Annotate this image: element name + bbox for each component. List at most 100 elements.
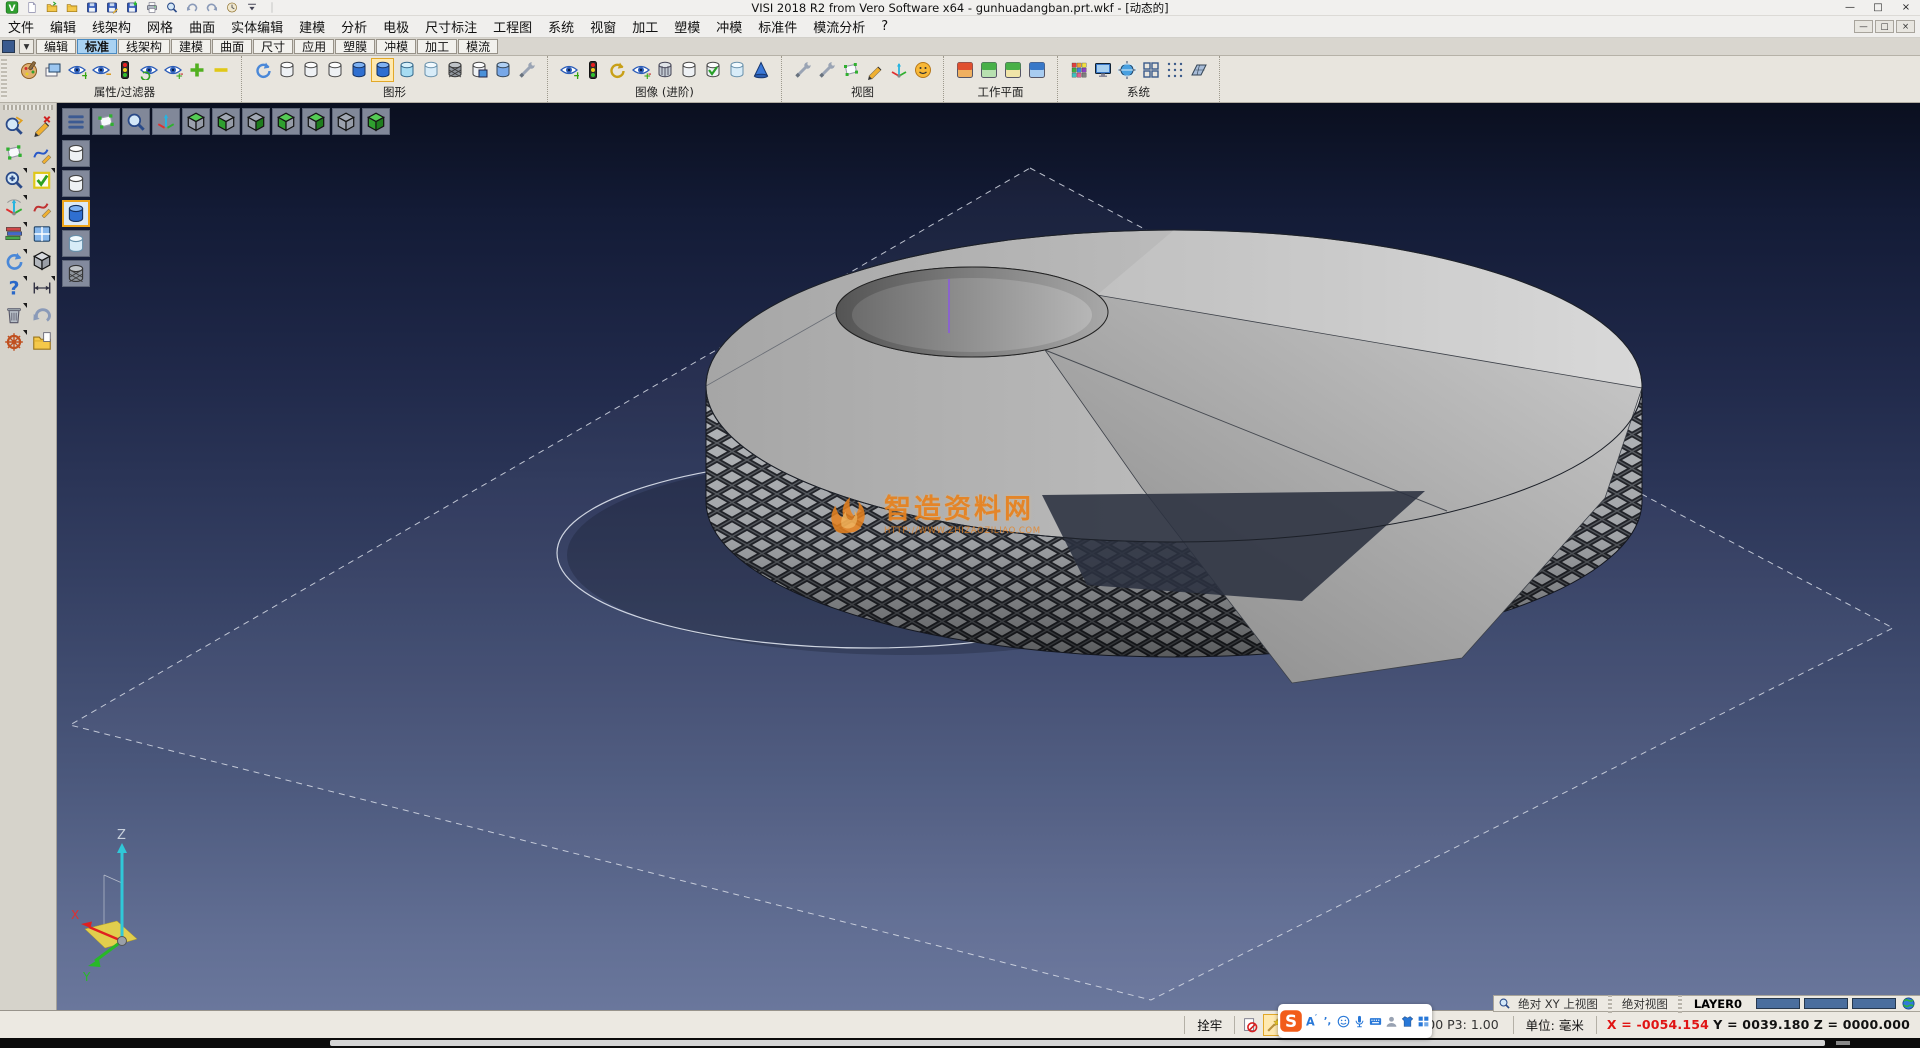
add-to-filter-button[interactable] <box>185 58 208 82</box>
system-display-button[interactable] <box>1091 58 1114 82</box>
display-hidden-line-button[interactable] <box>62 170 90 197</box>
viewport-canvas[interactable]: Z X Y <box>57 103 1920 1010</box>
dock-drag-handle[interactable] <box>3 105 53 110</box>
toggle-visibility-button[interactable]: +− <box>161 58 184 82</box>
mdi-close-button[interactable]: × <box>1896 20 1915 33</box>
ime-voice-button[interactable] <box>1352 1008 1367 1034</box>
view-isometric-button[interactable] <box>362 108 390 135</box>
menu-线架构[interactable]: 线架构 <box>84 15 139 38</box>
ime-punctuation-button[interactable]: ’, <box>1320 1008 1335 1034</box>
menu-编辑[interactable]: 编辑 <box>42 15 84 38</box>
display-shaded-button[interactable] <box>62 200 90 227</box>
view-bottom-button[interactable] <box>212 108 240 135</box>
lock-toggle[interactable]: 拴牢 <box>1189 1015 1230 1034</box>
render-quality-button[interactable] <box>749 58 772 82</box>
active-layer-label[interactable]: LAYER0 <box>1685 997 1751 1011</box>
workplane-create-button[interactable] <box>977 58 1000 82</box>
view-tools-extra-button[interactable] <box>815 58 838 82</box>
system-workplane-surface-button[interactable] <box>1187 58 1210 82</box>
advanced-visibility-button[interactable]: + <box>557 58 580 82</box>
print-button[interactable] <box>143 1 161 15</box>
tab-尺寸[interactable]: 尺寸 <box>253 39 293 54</box>
menu-实体编辑[interactable]: 实体编辑 <box>223 15 291 38</box>
snap-reference-button[interactable] <box>1239 1014 1261 1036</box>
tab-塑膜[interactable]: 塑膜 <box>335 39 375 54</box>
section-display-button[interactable] <box>653 58 676 82</box>
display-wireframe-button[interactable] <box>62 140 90 167</box>
tab-建模[interactable]: 建模 <box>171 39 211 54</box>
axonometric-axes-button[interactable] <box>152 108 180 135</box>
shaded-edges-mode-button[interactable] <box>371 58 394 82</box>
delete-entities-button[interactable] <box>1 302 28 328</box>
menu-?[interactable]: ? <box>873 17 896 36</box>
view-tools-button[interactable] <box>791 58 814 82</box>
tab-冲模[interactable]: 冲模 <box>376 39 416 54</box>
tab-编辑[interactable]: 编辑 <box>36 39 76 54</box>
save-as-button[interactable] <box>103 1 121 15</box>
menu-加工[interactable]: 加工 <box>624 15 666 38</box>
tab-加工[interactable]: 加工 <box>417 39 457 54</box>
fit-view-button[interactable] <box>92 108 120 135</box>
measure-distance-button[interactable] <box>29 275 56 301</box>
menu-塑模[interactable]: 塑模 <box>666 15 708 38</box>
view-menu-button[interactable] <box>62 108 90 135</box>
hidden-line-mode-button[interactable] <box>299 58 322 82</box>
solid-preview-button[interactable] <box>29 248 56 274</box>
view-front-button[interactable] <box>242 108 270 135</box>
tab-线架构[interactable]: 线架构 <box>118 39 170 54</box>
ghost-mode-button[interactable] <box>419 58 442 82</box>
query-help-button[interactable]: ? <box>1 275 28 301</box>
transparent-display-button[interactable] <box>677 58 700 82</box>
view-left-button[interactable] <box>302 108 330 135</box>
menu-分析[interactable]: 分析 <box>333 15 375 38</box>
tab-标准[interactable]: 标准 <box>77 39 117 54</box>
new-document-button[interactable] <box>23 1 41 15</box>
import-file-button[interactable] <box>63 1 81 15</box>
ime-emoji-button[interactable] <box>1336 1008 1351 1034</box>
view-frame-button[interactable] <box>839 58 862 82</box>
menu-视窗[interactable]: 视窗 <box>582 15 624 38</box>
save-file-button[interactable] <box>83 1 101 15</box>
regenerate-view-button[interactable] <box>1 248 28 274</box>
menu-曲面[interactable]: 曲面 <box>181 15 223 38</box>
menu-冲模[interactable]: 冲模 <box>708 15 750 38</box>
display-textured-button[interactable] <box>62 260 90 287</box>
taskbar-window-pill[interactable] <box>330 1040 1825 1046</box>
mdi-minimize-button[interactable]: — <box>1854 20 1873 33</box>
attribute-brush-button[interactable] <box>17 58 40 82</box>
workplane-edit-button[interactable] <box>1001 58 1024 82</box>
menu-系统[interactable]: 系统 <box>540 15 582 38</box>
system-grid-button[interactable] <box>1139 58 1162 82</box>
dashed-hidden-mode-button[interactable] <box>323 58 346 82</box>
menu-工程图[interactable]: 工程图 <box>485 15 540 38</box>
units-label[interactable]: 单位: 毫米 <box>1518 1015 1592 1034</box>
orientation-axes-button[interactable] <box>1 194 28 220</box>
view-orientation-button[interactable] <box>911 58 934 82</box>
mdi-restore-button[interactable]: □ <box>1875 20 1894 33</box>
undo-button[interactable] <box>183 1 201 15</box>
menu-电极[interactable]: 电极 <box>375 15 417 38</box>
view-sketch-button[interactable] <box>863 58 886 82</box>
ime-language-button[interactable]: A’ <box>1304 1008 1319 1034</box>
ghost-display-button[interactable] <box>725 58 748 82</box>
selection-frame-button[interactable] <box>1 140 28 166</box>
translucent-mode-button[interactable] <box>395 58 418 82</box>
ime-keyboard-button[interactable] <box>1368 1008 1383 1034</box>
pane-window-button[interactable] <box>29 221 56 247</box>
wireframe-mode-button[interactable] <box>275 58 298 82</box>
maximize-button[interactable]: □ <box>1864 0 1892 15</box>
view-top-button[interactable] <box>182 108 210 135</box>
tab-模流[interactable]: 模流 <box>458 39 498 54</box>
menu-网格[interactable]: 网格 <box>139 15 181 38</box>
system-settings-button[interactable] <box>1115 58 1138 82</box>
advanced-toggle-button[interactable]: +− <box>629 58 652 82</box>
print-preview-button[interactable] <box>163 1 181 15</box>
hatch-mode-button[interactable] <box>443 58 466 82</box>
analysis-render-mode-button[interactable] <box>491 58 514 82</box>
zoom-view-button[interactable] <box>122 108 150 135</box>
ime-skin-button[interactable] <box>1400 1008 1415 1034</box>
sketch-erase-button[interactable] <box>29 113 56 139</box>
menu-模流分析[interactable]: 模流分析 <box>805 15 873 38</box>
ime-toolbox-button[interactable] <box>1416 1008 1431 1034</box>
tab-应用[interactable]: 应用 <box>294 39 334 54</box>
